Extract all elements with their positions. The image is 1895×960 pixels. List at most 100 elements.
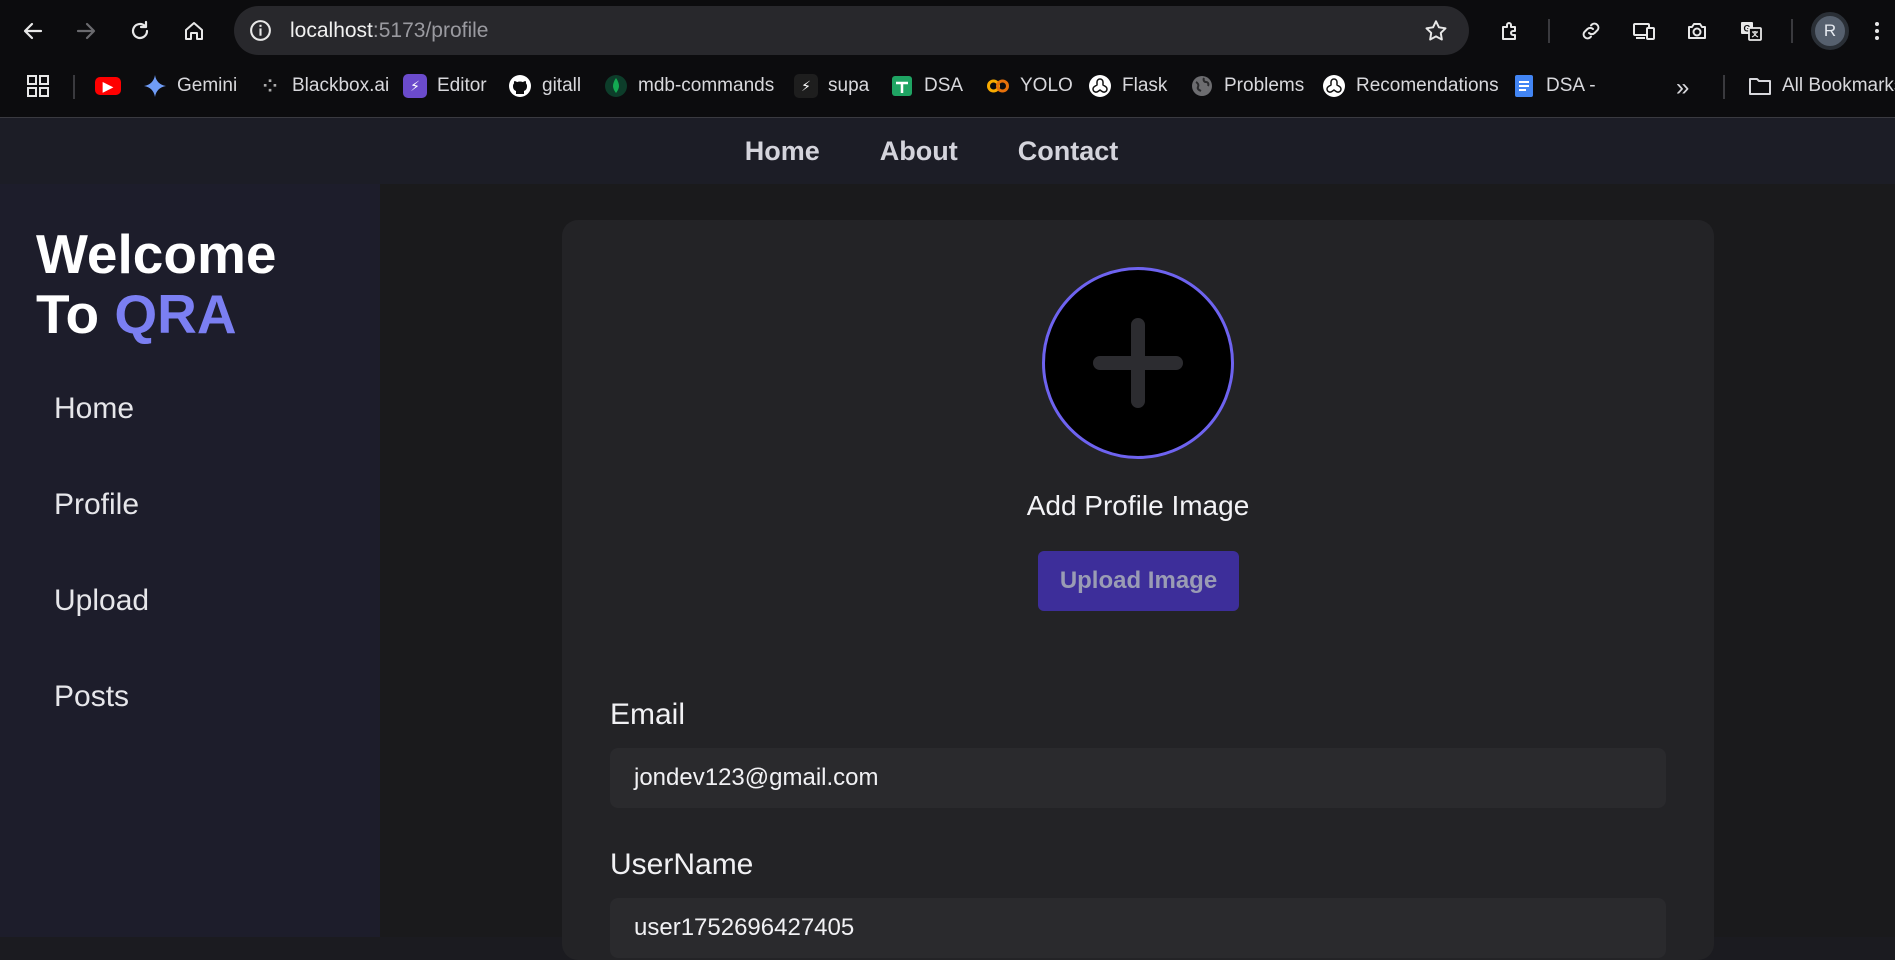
translate-icon: G xyxy=(1741,22,1762,41)
more-bookmarks-button[interactable]: » xyxy=(1676,74,1689,102)
puzzle-icon xyxy=(1502,22,1516,40)
plus-icon xyxy=(1093,318,1183,408)
bookmark-dsa-doc[interactable]: DSA - xyxy=(1512,72,1596,100)
bookmark-yolo[interactable]: YOLO xyxy=(986,72,1073,100)
toolbar-divider xyxy=(1791,19,1793,43)
youtube-icon: ▶ xyxy=(95,77,121,95)
profile-card: Add Profile Image Upload Image Email jon… xyxy=(562,220,1714,960)
welcome-brand-line: To QRA xyxy=(36,284,276,344)
top-nav: Home About Contact xyxy=(0,118,1895,184)
globe-icon xyxy=(1192,76,1212,96)
sheets-icon xyxy=(892,76,912,96)
upload-image-button[interactable]: Upload Image xyxy=(1038,551,1239,611)
bookmark-label: Problems xyxy=(1224,75,1305,96)
bookmark-gemini[interactable]: Gemini xyxy=(143,72,237,100)
bookmark-label: DSA - xyxy=(1546,75,1596,96)
devices-button[interactable] xyxy=(1625,12,1663,50)
bookmarks-divider xyxy=(73,75,75,99)
link-icon xyxy=(1582,22,1600,40)
kebab-menu-icon xyxy=(1875,22,1879,40)
arrow-left-icon xyxy=(23,22,43,40)
translate-button[interactable]: G xyxy=(1732,12,1770,50)
bookmark-problems[interactable]: Problems xyxy=(1190,72,1304,100)
bookmark-youtube[interactable]: ▶ xyxy=(95,72,121,100)
openai-icon xyxy=(1323,75,1345,97)
bookmark-supa[interactable]: ⚡ supa xyxy=(794,72,869,100)
bookmark-label: Flask xyxy=(1122,75,1168,96)
welcome-line: Welcome xyxy=(36,223,277,285)
bookmark-recomendations[interactable]: Recomendations xyxy=(1322,72,1499,100)
bookmark-label: Blackbox.ai xyxy=(292,75,390,96)
bookmark-mdb-commands[interactable]: mdb-commands xyxy=(604,72,774,100)
bookmark-label: Editor xyxy=(437,75,487,96)
username-label: UserName xyxy=(610,848,754,881)
supa-icon: ⚡ xyxy=(794,74,818,98)
profile-image-placeholder[interactable] xyxy=(1042,267,1234,459)
star-icon[interactable] xyxy=(1423,18,1449,44)
bookmark-dsa[interactable]: DSA xyxy=(890,72,963,100)
apps-grid-icon[interactable] xyxy=(26,74,50,98)
nav-about-link[interactable]: About xyxy=(880,136,958,184)
mongodb-icon xyxy=(605,75,627,97)
browser-toolbar: localhost:5173/profile G R xyxy=(0,0,1895,62)
colab-icon xyxy=(987,79,1009,93)
bookmark-blackbox[interactable]: ⁘ Blackbox.ai xyxy=(258,72,389,100)
back-button[interactable] xyxy=(14,12,52,50)
bookmark-label: Gemini xyxy=(177,75,238,96)
home-button[interactable] xyxy=(175,12,213,50)
bookmark-flask[interactable]: Flask xyxy=(1088,72,1167,100)
welcome-to-text: To xyxy=(36,283,115,345)
blackbox-icon: ⁘ xyxy=(262,75,278,96)
github-icon xyxy=(509,75,531,97)
bookmark-label: YOLO xyxy=(1020,75,1073,96)
url-text: localhost:5173/profile xyxy=(290,19,488,43)
browser-chrome: localhost:5173/profile G R ▶ Gemini ⁘ Bl… xyxy=(0,0,1895,118)
bookmark-gitall[interactable]: gitall xyxy=(508,72,581,100)
docs-icon xyxy=(1515,75,1533,97)
forward-button[interactable] xyxy=(67,12,105,50)
username-field[interactable]: user1752696427405 xyxy=(610,898,1666,958)
sidebar-item-posts[interactable]: Posts xyxy=(54,680,129,714)
add-profile-image-label: Add Profile Image xyxy=(1026,490,1250,521)
email-label: Email xyxy=(610,698,686,731)
editor-icon: ⚡ xyxy=(403,74,427,98)
welcome-heading: Welcome To QRA xyxy=(36,224,276,344)
lens-button[interactable] xyxy=(1678,12,1716,50)
url-path: :5173/profile xyxy=(372,19,489,42)
nav-home-link[interactable]: Home xyxy=(745,136,820,184)
arrow-right-icon xyxy=(76,22,96,40)
home-icon xyxy=(185,22,203,40)
bookmarks-bar: ▶ Gemini ⁘ Blackbox.ai ⚡ Editor gitall m… xyxy=(0,66,1895,106)
bookmarks-divider xyxy=(1723,75,1725,99)
sidebar-item-home[interactable]: Home xyxy=(54,392,134,426)
link-button[interactable] xyxy=(1572,12,1610,50)
openai-icon xyxy=(1089,75,1111,97)
bookmark-label: supa xyxy=(828,75,870,96)
sidebar-item-upload[interactable]: Upload xyxy=(54,584,149,618)
main-content: Add Profile Image Upload Image Email jon… xyxy=(380,184,1895,960)
brand-name: QRA xyxy=(114,283,237,345)
menu-button[interactable] xyxy=(1862,12,1892,50)
gemini-icon xyxy=(144,75,166,97)
all-bookmarks-folder[interactable]: All Bookmarks xyxy=(1748,72,1895,100)
reload-button[interactable] xyxy=(121,12,159,50)
toolbar-divider xyxy=(1548,19,1550,43)
url-host: localhost xyxy=(290,19,373,42)
address-bar[interactable]: localhost:5173/profile xyxy=(234,6,1469,55)
folder-icon xyxy=(1749,78,1771,95)
bookmark-label: gitall xyxy=(542,75,582,96)
all-bookmarks-label: All Bookmarks xyxy=(1782,75,1895,96)
reload-icon xyxy=(131,20,149,40)
site-info-icon[interactable] xyxy=(248,18,273,43)
bookmark-label: Recomendations xyxy=(1356,75,1499,96)
camera-search-icon xyxy=(1688,23,1706,39)
email-field[interactable]: jondev123@gmail.com xyxy=(610,748,1666,808)
bookmark-label: mdb-commands xyxy=(638,75,775,96)
sidebar-item-profile[interactable]: Profile xyxy=(54,488,139,522)
bookmark-editor[interactable]: ⚡ Editor xyxy=(403,72,487,100)
profile-avatar[interactable]: R xyxy=(1811,12,1849,50)
bookmark-label: DSA xyxy=(924,75,964,96)
devices-icon xyxy=(1633,23,1655,40)
extensions-button[interactable] xyxy=(1491,12,1529,50)
nav-contact-link[interactable]: Contact xyxy=(1018,136,1119,184)
